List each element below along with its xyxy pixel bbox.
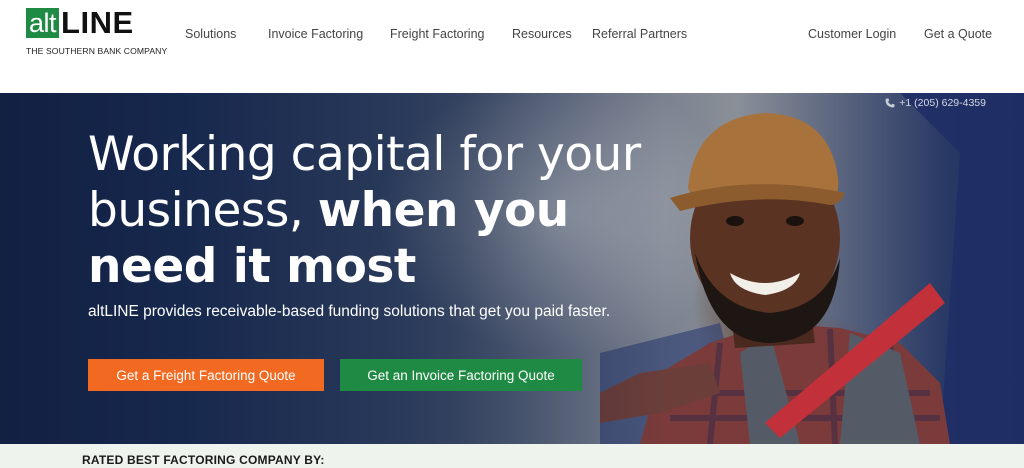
get-a-quote-link[interactable]: Get a Quote: [924, 27, 992, 41]
nav-invoice-factoring[interactable]: Invoice Factoring: [268, 27, 363, 41]
freight-factoring-quote-button[interactable]: Get a Freight Factoring Quote: [88, 359, 324, 391]
rated-label: RATED BEST FACTORING COMPANY BY:: [82, 453, 325, 467]
phone-number-text: +1 (205) 629-4359: [899, 97, 986, 109]
phone-icon: [885, 98, 895, 108]
hero-subtext: altLINE provides receivable-based fundin…: [88, 303, 611, 320]
nav-resources[interactable]: Resources: [512, 27, 572, 41]
nav-solutions[interactable]: Solutions: [185, 27, 236, 41]
hero-section: +1 (205) 629-4359 Working capital for yo…: [0, 93, 1024, 444]
logo-mark: alt LINE: [26, 5, 166, 40]
logo-tagline: THE SOUTHERN BANK COMPANY: [26, 46, 168, 56]
altline-logo[interactable]: alt LINE THE SOUTHERN BANK COMPANY: [26, 5, 168, 58]
site-header: alt LINE THE SOUTHERN BANK COMPANY Solut…: [0, 0, 1024, 93]
logo-line-text: LINE: [61, 5, 134, 40]
invoice-factoring-quote-button[interactable]: Get an Invoice Factoring Quote: [340, 359, 582, 391]
hero-headline: Working capital for your business, when …: [88, 127, 688, 295]
nav-referral-partners[interactable]: Referral Partners: [592, 27, 687, 41]
rated-section: RATED BEST FACTORING COMPANY BY:: [0, 444, 1024, 468]
phone-number[interactable]: +1 (205) 629-4359: [885, 97, 986, 109]
logo-alt-text: alt: [26, 8, 60, 38]
nav-freight-factoring[interactable]: Freight Factoring: [390, 27, 484, 41]
customer-login-link[interactable]: Customer Login: [808, 27, 896, 41]
